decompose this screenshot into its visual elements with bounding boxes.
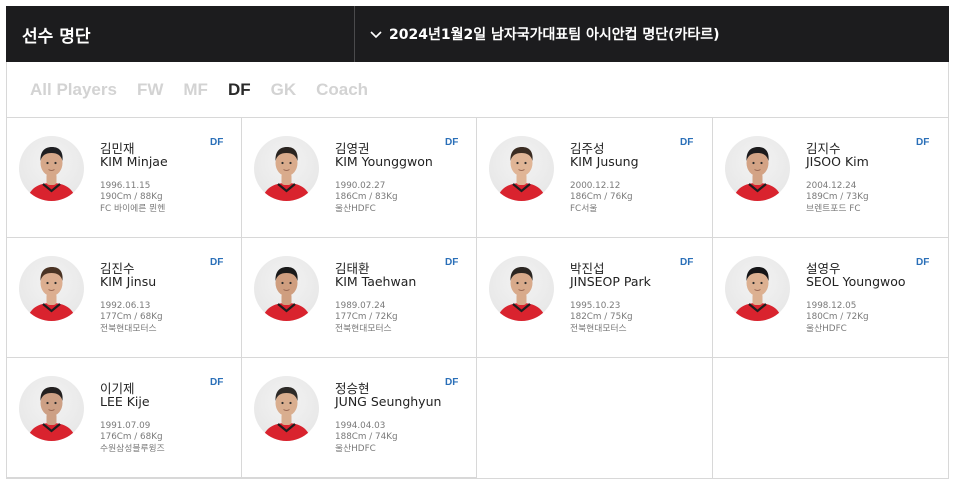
player-club: FC서울	[570, 204, 598, 214]
chevron-down-icon	[369, 27, 383, 41]
player-birthdate: 1996.11.15	[100, 181, 151, 191]
player-height-weight: 180Cm / 72Kg	[806, 312, 869, 322]
player-name-en: JINSEOP Park	[570, 274, 651, 289]
player-club: 울산HDFC	[335, 204, 376, 214]
player-card[interactable]: 김지수 JISOO Kim DF 2004.12.24 189Cm / 73Kg…	[713, 118, 948, 238]
player-birthdate: 1998.12.05	[806, 301, 857, 311]
player-card[interactable]: 이기제 LEE Kije DF 1991.07.09 176Cm / 68Kg …	[7, 358, 242, 478]
player-birthdate: 1995.10.23	[570, 301, 621, 311]
player-birthdate: 1992.06.13	[100, 301, 151, 311]
player-club: 브렌트포드 FC	[806, 204, 861, 214]
player-height-weight: 176Cm / 68Kg	[100, 432, 163, 442]
player-height-weight: 189Cm / 73Kg	[806, 192, 869, 202]
player-photo	[19, 136, 84, 201]
player-card[interactable]: 김태환 KIM Taehwan DF 1989.07.24 177Cm / 72…	[242, 238, 477, 358]
player-photo	[254, 376, 319, 441]
position-badge: DF	[445, 257, 459, 268]
position-badge: DF	[445, 137, 459, 148]
player-birthdate: 2004.12.24	[806, 181, 857, 191]
player-club: FC 바이에른 뮌헨	[100, 204, 166, 214]
position-badge: DF	[916, 257, 930, 268]
player-height-weight: 186Cm / 76Kg	[570, 192, 633, 202]
player-photo	[489, 256, 554, 321]
player-photo	[254, 256, 319, 321]
player-club: 전북현대모터스	[335, 324, 392, 334]
player-card[interactable]: 박진섭 JINSEOP Park DF 1995.10.23 182Cm / 7…	[477, 238, 713, 358]
player-name-en: JUNG Seunghyun	[335, 394, 442, 409]
player-height-weight: 190Cm / 88Kg	[100, 192, 163, 202]
player-name-en: KIM Jinsu	[100, 274, 157, 289]
player-name-en: LEE Kije	[100, 394, 150, 409]
player-name-en: JISOO Kim	[806, 154, 869, 169]
player-birthdate: 1990.02.27	[335, 181, 386, 191]
position-badge: DF	[210, 137, 224, 148]
position-badge: DF	[445, 377, 459, 388]
player-photo	[489, 136, 554, 201]
player-height-weight: 186Cm / 83Kg	[335, 192, 398, 202]
player-club: 전북현대모터스	[570, 324, 627, 334]
player-name-en: KIM Taehwan	[335, 274, 417, 289]
tab-fw[interactable]: FW	[137, 80, 163, 100]
player-height-weight: 182Cm / 75Kg	[570, 312, 633, 322]
player-photo	[254, 136, 319, 201]
tab-coach[interactable]: Coach	[316, 80, 368, 100]
player-card[interactable]: 김영권 KIM Younggwon DF 1990.02.27 186Cm / …	[242, 118, 477, 238]
player-club: 전북현대모터스	[100, 324, 157, 334]
player-name-en: KIM Jusung	[570, 154, 639, 169]
player-card[interactable]: 김진수 KIM Jinsu DF 1992.06.13 177Cm / 68Kg…	[7, 238, 242, 358]
position-badge: DF	[210, 377, 224, 388]
roster-select-dropdown[interactable]: 2024년1월2일 남자국가대표팀 아시안컵 명단(카타르)	[355, 6, 949, 62]
roster-header: 선수 명단 2024년1월2일 남자국가대표팀 아시안컵 명단(카타르)	[6, 6, 949, 62]
player-card[interactable]: 김민재 KIM Minjae DF 1996.11.15 190Cm / 88K…	[7, 118, 242, 238]
roster-panel: All Players FW MF DF GK Coach 김민재 KIM Mi…	[6, 62, 949, 479]
tab-mf[interactable]: MF	[183, 80, 208, 100]
player-club: 울산HDFC	[806, 324, 847, 334]
player-card[interactable]: 설영우 SEOL Youngwoo DF 1998.12.05 180Cm / …	[713, 238, 948, 358]
player-photo	[19, 376, 84, 441]
player-card[interactable]: 김주성 KIM Jusung DF 2000.12.12 186Cm / 76K…	[477, 118, 713, 238]
player-name-en: KIM Younggwon	[335, 154, 433, 169]
player-name-en: KIM Minjae	[100, 154, 168, 169]
player-club: 울산HDFC	[335, 444, 376, 454]
player-photo	[725, 256, 790, 321]
player-card[interactable]: 정승현 JUNG Seunghyun DF 1994.04.03 188Cm /…	[242, 358, 477, 478]
empty-cell	[477, 358, 713, 478]
player-photo	[725, 136, 790, 201]
player-height-weight: 177Cm / 72Kg	[335, 312, 398, 322]
tab-df[interactable]: DF	[228, 80, 251, 100]
position-badge: DF	[680, 257, 694, 268]
player-photo	[19, 256, 84, 321]
page-title: 선수 명단	[6, 6, 355, 62]
tab-gk[interactable]: GK	[271, 80, 297, 100]
position-badge: DF	[680, 137, 694, 148]
roster-select-value: 2024년1월2일 남자국가대표팀 아시안컵 명단(카타르)	[389, 27, 720, 43]
player-club: 수원삼성블루윙즈	[100, 444, 165, 454]
position-tabs: All Players FW MF DF GK Coach	[7, 62, 948, 118]
player-height-weight: 177Cm / 68Kg	[100, 312, 163, 322]
player-birthdate: 1989.07.24	[335, 301, 386, 311]
position-badge: DF	[210, 257, 224, 268]
tab-all-players[interactable]: All Players	[30, 80, 117, 100]
player-birthdate: 2000.12.12	[570, 181, 621, 191]
player-height-weight: 188Cm / 74Kg	[335, 432, 398, 442]
player-grid: 김민재 KIM Minjae DF 1996.11.15 190Cm / 88K…	[7, 118, 948, 478]
player-birthdate: 1991.07.09	[100, 421, 151, 431]
player-name-en: SEOL Youngwoo	[806, 274, 906, 289]
player-birthdate: 1994.04.03	[335, 421, 386, 431]
position-badge: DF	[916, 137, 930, 148]
empty-cell	[713, 358, 948, 478]
